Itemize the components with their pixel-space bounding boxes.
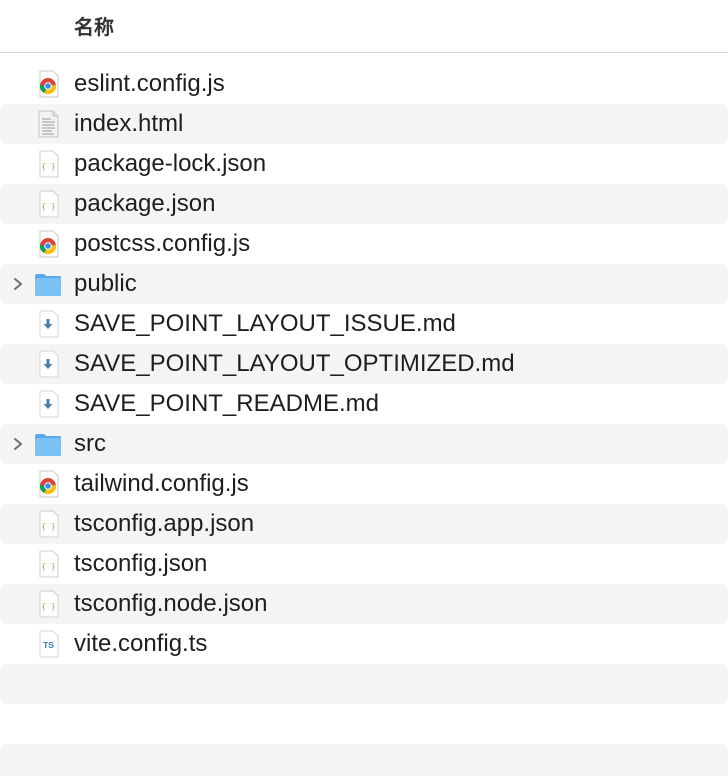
file-name: tsconfig.node.json — [74, 590, 268, 617]
empty-row — [0, 744, 728, 776]
disclosure-chevron-icon[interactable] — [9, 274, 27, 294]
file-name: public — [74, 270, 137, 297]
folder-row[interactable]: public — [0, 264, 728, 304]
svg-text:{ }: { } — [41, 202, 55, 211]
svg-text:{ }: { } — [41, 562, 55, 571]
file-name: package.json — [74, 190, 216, 217]
file-row[interactable]: { } package.json — [0, 184, 728, 224]
file-list: eslint.config.js index.html { } package-loc… — [0, 64, 728, 776]
json-file-icon: { } — [34, 590, 62, 618]
file-row[interactable]: SAVE_POINT_LAYOUT_ISSUE.md — [0, 304, 728, 344]
markdown-file-icon — [34, 390, 62, 418]
file-row[interactable]: postcss.config.js — [0, 224, 728, 264]
chrome-icon — [34, 230, 62, 258]
html-document-icon — [34, 110, 62, 138]
file-name: package-lock.json — [74, 150, 267, 177]
finder-list-view: 名称 eslint.config.js index.html { } package-… — [0, 0, 728, 776]
folder-icon — [34, 430, 62, 458]
json-file-icon: { } — [34, 510, 62, 538]
column-header: 名称 — [0, 0, 728, 53]
empty-row — [0, 664, 728, 704]
file-name: tsconfig.json — [74, 550, 208, 577]
json-file-icon: { } — [34, 550, 62, 578]
file-row[interactable]: SAVE_POINT_LAYOUT_OPTIMIZED.md — [0, 344, 728, 384]
file-name: src — [74, 430, 106, 457]
file-name: SAVE_POINT_README.md — [74, 390, 379, 417]
file-row[interactable]: tailwind.config.js — [0, 464, 728, 504]
file-row[interactable]: { } package-lock.json — [0, 144, 728, 184]
empty-row — [0, 704, 728, 744]
disclosure-chevron-icon[interactable] — [9, 434, 27, 454]
folder-row[interactable]: src — [0, 424, 728, 464]
file-name: eslint.config.js — [74, 70, 225, 97]
chrome-icon — [34, 70, 62, 98]
svg-text:{ }: { } — [41, 162, 55, 171]
file-name: postcss.config.js — [74, 230, 251, 257]
folder-icon — [34, 270, 62, 298]
file-name: vite.config.ts — [74, 630, 208, 657]
markdown-file-icon — [34, 310, 62, 338]
file-name: tailwind.config.js — [74, 470, 249, 497]
name-column-header[interactable]: 名称 — [74, 11, 114, 40]
file-row[interactable]: index.html — [0, 104, 728, 144]
svg-text:TS: TS — [43, 640, 54, 650]
file-name: tsconfig.app.json — [74, 510, 255, 537]
json-file-icon: { } — [34, 150, 62, 178]
file-row[interactable]: TS vite.config.ts — [0, 624, 728, 664]
json-file-icon: { } — [34, 190, 62, 218]
markdown-file-icon — [34, 350, 62, 378]
file-row[interactable]: eslint.config.js — [0, 64, 728, 104]
file-name: SAVE_POINT_LAYOUT_ISSUE.md — [74, 310, 456, 337]
file-row[interactable]: { } tsconfig.app.json — [0, 504, 728, 544]
typescript-file-icon: TS — [34, 630, 62, 658]
file-row[interactable]: { } tsconfig.json — [0, 544, 728, 584]
svg-text:{ }: { } — [41, 602, 55, 611]
chrome-icon — [34, 470, 62, 498]
file-name: index.html — [74, 110, 184, 137]
svg-text:{ }: { } — [41, 522, 55, 531]
file-row[interactable]: { } tsconfig.node.json — [0, 584, 728, 624]
file-name: SAVE_POINT_LAYOUT_OPTIMIZED.md — [74, 350, 515, 377]
file-row[interactable]: SAVE_POINT_README.md — [0, 384, 728, 424]
